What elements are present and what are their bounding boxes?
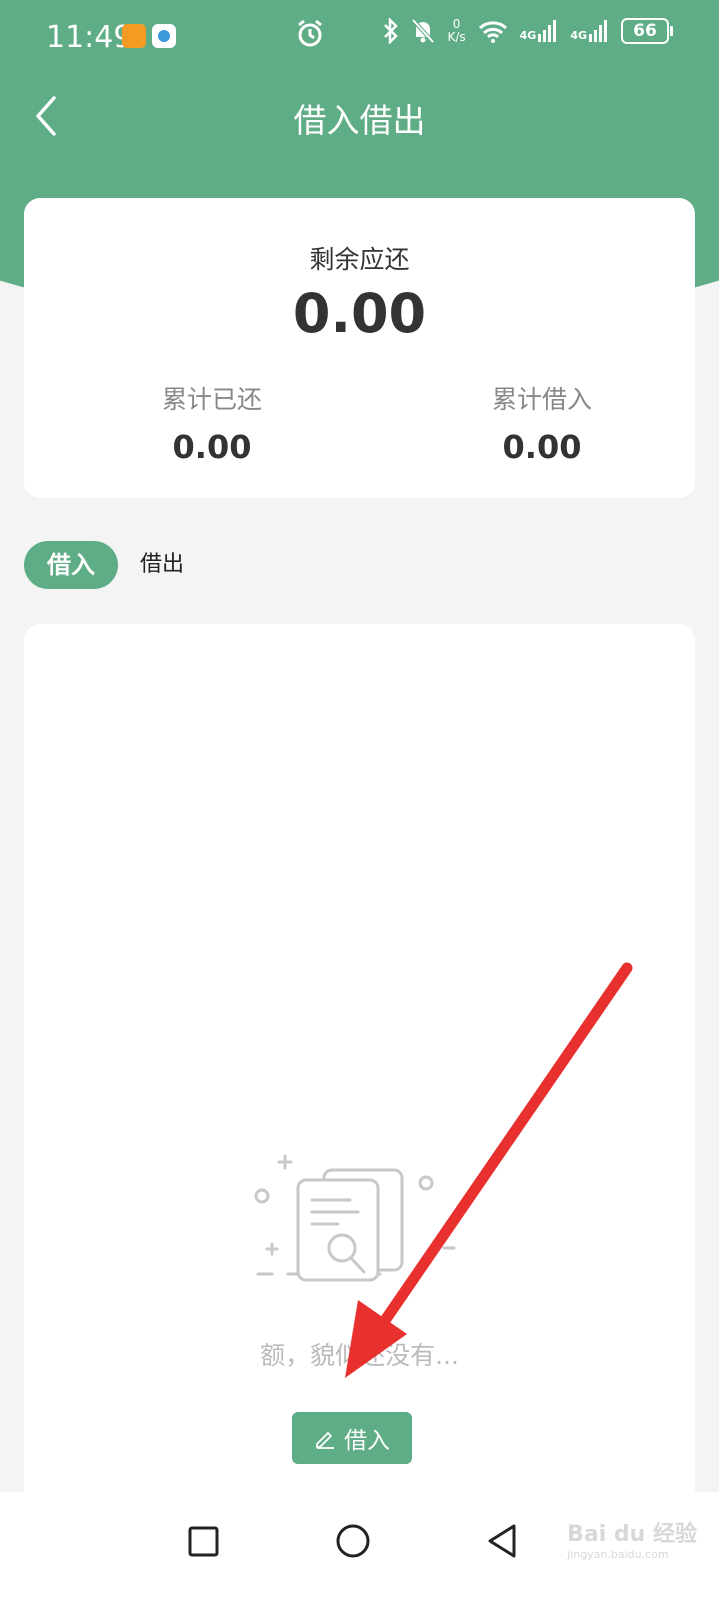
net-speed: 0 K/s <box>447 18 465 44</box>
tab-borrow-in[interactable]: 借入 <box>24 541 118 589</box>
home-button[interactable] <box>324 1512 384 1572</box>
tab-lend-out[interactable]: 借出 <box>140 541 184 589</box>
page-title: 借入借出 <box>293 101 426 140</box>
signal-2: 4G <box>570 20 609 42</box>
repaid-block: 累计已还 0.00 <box>92 380 332 466</box>
add-borrow-button[interactable]: 借入 <box>292 1412 412 1464</box>
video-app-icon <box>122 24 146 48</box>
status-bar: 11:49 0 K/s 4G 4G 66 <box>0 0 719 76</box>
empty-document-icon <box>254 1154 456 1282</box>
signal-1: 4G <box>520 20 559 42</box>
status-time: 11:49 <box>46 20 133 55</box>
signal-bars-icon <box>589 20 607 42</box>
borrowed-value: 0.00 <box>502 428 582 466</box>
signal-1-label: 4G <box>519 29 537 42</box>
repaid-label: 累计已还 <box>161 385 262 414</box>
system-nav-bar: Bai du 经验 jingyan.baidu.com <box>0 1492 719 1600</box>
record-list: 额，貌似还没有... 借入 <box>24 624 695 1524</box>
add-borrow-label: 借入 <box>344 1428 390 1454</box>
empty-message: 额，貌似还没有... <box>260 1341 459 1370</box>
net-speed-unit: K/s <box>447 30 466 44</box>
bell-mute-icon <box>411 18 435 44</box>
watermark-logo: Bai du 经验 jingyan.baidu.com <box>567 1516 697 1561</box>
remaining-label: 剩余应还 <box>309 245 410 274</box>
alarm-icon <box>298 19 322 47</box>
borrowed-block: 累计借入 0.00 <box>422 380 662 466</box>
browser-app-icon <box>152 24 176 48</box>
signal-bars-icon <box>538 20 557 42</box>
wifi-icon <box>478 21 507 43</box>
watermark-url: jingyan.baidu.com <box>567 1548 669 1561</box>
system-back-button[interactable] <box>474 1512 534 1572</box>
repaid-value: 0.00 <box>172 428 252 466</box>
signal-2-label: 4G <box>570 29 587 42</box>
status-icons: 0 K/s 4G 4G 66 <box>383 18 673 44</box>
battery-indicator: 66 <box>621 18 673 44</box>
bluetooth-icon <box>384 18 399 44</box>
borrowed-label: 累计借入 <box>491 385 592 414</box>
summary-card: 剩余应还 0.00 累计已还 0.00 累计借入 0.00 <box>24 198 695 498</box>
remaining-value: 0.00 <box>292 282 427 345</box>
edit-icon <box>316 1432 334 1449</box>
recent-apps-button[interactable] <box>174 1512 234 1572</box>
watermark-brand: Bai du 经验 <box>567 1522 697 1547</box>
